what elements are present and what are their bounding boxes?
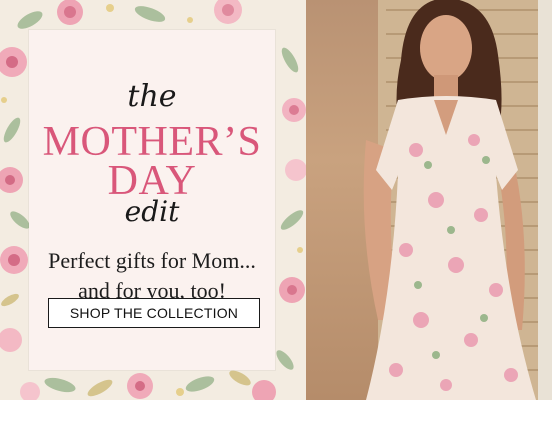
- kicker-edit: edit: [124, 195, 180, 228]
- shop-collection-button[interactable]: SHOP THE COLLECTION: [48, 298, 260, 328]
- mothers-day-banner[interactable]: the MOTHER’S DAY edit Perfect gifts for …: [0, 0, 552, 400]
- headline-line1: MOTHER’S: [42, 119, 262, 165]
- tagline-line1: Perfect gifts for Mom...: [48, 248, 256, 273]
- model-photo: [306, 0, 552, 400]
- kicker-the: the: [127, 79, 177, 114]
